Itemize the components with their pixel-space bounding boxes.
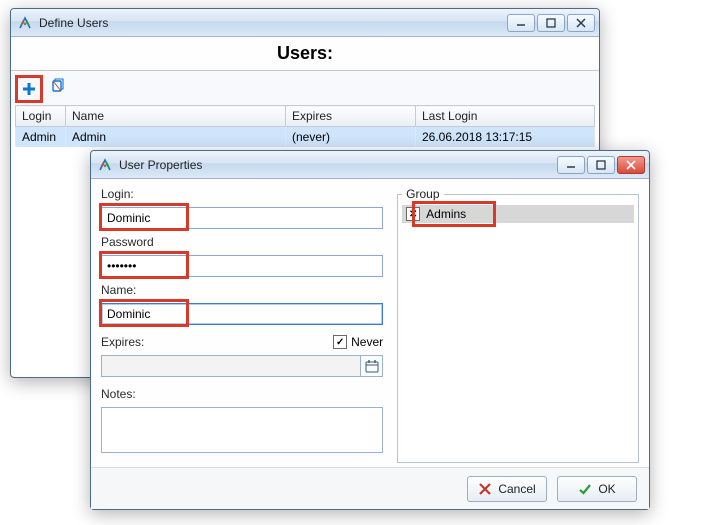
login-label: Login: [101,187,383,201]
cell-name: Admin [66,127,286,148]
cancel-button[interactable]: Cancel [467,476,547,502]
group-item-admins[interactable]: ✕ Admins [402,205,634,223]
ok-label: OK [598,482,615,496]
calendar-button[interactable] [361,355,383,377]
notes-label: Notes: [101,387,383,401]
maximize-button[interactable] [537,14,565,32]
group-legend: Group [402,187,443,201]
password-label: Password [101,235,383,249]
ok-button[interactable]: OK [557,476,637,502]
cancel-label: Cancel [498,482,535,496]
notes-input[interactable] [101,407,383,453]
expires-label: Expires: [101,335,144,349]
col-name[interactable]: Name [66,106,286,127]
col-last-login[interactable]: Last Login [416,106,595,127]
table-row[interactable]: Admin Admin (never) 26.06.2018 13:17:15 [16,127,595,148]
group-fieldset: Group ✕ Admins [397,187,639,463]
minimize-button[interactable] [557,156,585,174]
properties-left-panel: Login: Password Name: Expires: ✓ Never [101,187,383,463]
window-controls [557,156,645,174]
maximize-button[interactable] [587,156,615,174]
group-item-label: Admins [426,207,466,221]
copy-user-button[interactable] [47,75,69,97]
password-input[interactable] [101,255,383,277]
close-button[interactable] [617,156,645,174]
users-table-header-row: Login Name Expires Last Login [16,106,595,127]
properties-body: Login: Password Name: Expires: ✓ Never [91,179,649,467]
expires-input [101,355,361,377]
add-user-button[interactable] [18,78,40,100]
col-expires[interactable]: Expires [286,106,416,127]
close-button[interactable] [567,14,595,32]
add-user-highlight [15,75,43,103]
app-icon [97,157,113,173]
user-properties-title: User Properties [119,158,557,172]
user-properties-window: User Properties Login: Password Name: [90,150,650,510]
users-header: Users: [11,37,599,71]
cell-login: Admin [16,127,66,148]
app-icon [17,15,33,31]
dialog-buttons: Cancel OK [91,467,649,509]
cell-expires: (never) [286,127,416,148]
group-list[interactable]: ✕ Admins [402,205,634,458]
login-input[interactable] [101,207,383,229]
ok-icon [578,482,592,496]
name-input[interactable] [101,303,383,325]
user-properties-titlebar[interactable]: User Properties [91,151,649,179]
properties-right-panel: Group ✕ Admins [397,187,639,463]
never-checkbox[interactable]: ✓ [333,335,347,349]
col-login[interactable]: Login [16,106,66,127]
group-checkbox[interactable]: ✕ [406,207,420,221]
window-controls [507,14,595,32]
minimize-button[interactable] [507,14,535,32]
never-checkbox-wrap[interactable]: ✓ Never [333,335,383,349]
cancel-icon [478,482,492,496]
define-users-title: Define Users [39,16,507,30]
name-label: Name: [101,283,383,297]
users-table: Login Name Expires Last Login Admin Admi… [15,105,595,147]
never-label: Never [351,335,383,349]
users-toolbar [11,71,599,105]
define-users-titlebar[interactable]: Define Users [11,9,599,37]
cell-last-login: 26.06.2018 13:17:15 [416,127,595,148]
